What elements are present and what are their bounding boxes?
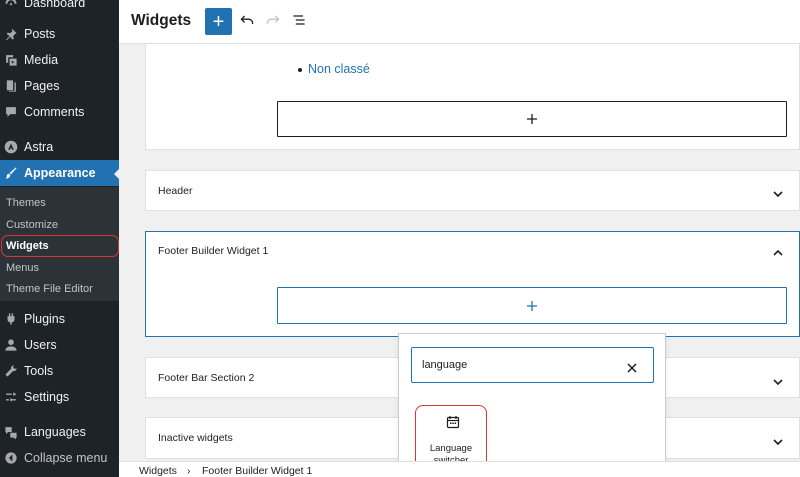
widgets-highlight-annotation	[1, 235, 119, 257]
settings-icon	[4, 390, 18, 404]
sidebar-item-pages[interactable]: Pages	[0, 73, 119, 99]
submenu-item-customize[interactable]: Customize	[6, 219, 58, 231]
widget-area-header[interactable]: Header	[145, 170, 800, 211]
undo-icon[interactable]	[238, 11, 256, 29]
sidebar-item-label: Settings	[24, 390, 70, 404]
block-search-box[interactable]	[411, 347, 654, 383]
block-search-input[interactable]	[422, 357, 612, 373]
block-appender-button[interactable]	[277, 101, 787, 137]
category-link[interactable]: Non classé	[308, 62, 370, 76]
sidebar-item-label: Posts	[24, 27, 56, 41]
collapse-icon	[4, 451, 18, 465]
admin-sidebar: Dashboard Posts Media Pages Comments Ast…	[0, 0, 120, 477]
sidebar-item-label: Languages	[24, 425, 86, 439]
redo-icon[interactable]	[264, 11, 282, 29]
sidebar-item-label: Plugins	[24, 312, 65, 326]
sidebar-item-label: Astra	[24, 140, 54, 154]
wrench-icon	[4, 364, 18, 378]
panel-title: Header	[158, 185, 193, 197]
breadcrumb-item-widgets[interactable]: Widgets	[139, 465, 177, 477]
quick-inserter-popover: Languageswitcher	[398, 333, 666, 477]
brush-icon	[4, 166, 18, 180]
close-icon[interactable]	[627, 360, 637, 373]
sidebar-item-tools[interactable]: Tools	[0, 358, 119, 384]
calendar-icon	[446, 415, 460, 429]
comment-icon	[4, 105, 18, 119]
list-bullet	[298, 68, 302, 72]
editor-header: Widgets +	[119, 0, 800, 44]
chevron-down-icon[interactable]	[773, 374, 783, 386]
breadcrumb-item-footer-builder[interactable]: Footer Builder Widget 1	[202, 465, 312, 477]
add-block-button[interactable]: +	[205, 8, 232, 35]
sidebar-item-languages[interactable]: Languages	[0, 419, 119, 445]
submenu-item-menus[interactable]: Menus	[6, 262, 39, 274]
translate-icon	[4, 425, 18, 439]
submenu-item-themes[interactable]: Themes	[6, 197, 46, 209]
astra-icon	[4, 140, 18, 154]
plug-icon	[4, 312, 18, 326]
submenu-item-theme-file-editor[interactable]: Theme File Editor	[6, 283, 93, 295]
pin-icon	[4, 27, 18, 41]
dashboard-icon	[4, 0, 18, 10]
chevron-down-icon[interactable]	[773, 434, 783, 446]
sidebar-item-settings[interactable]: Settings	[0, 384, 119, 410]
breadcrumb: Widgets › Footer Builder Widget 1	[119, 461, 800, 477]
active-indicator	[114, 168, 120, 180]
sidebar-item-plugins[interactable]: Plugins	[0, 306, 119, 332]
sidebar-item-posts[interactable]: Posts	[0, 21, 119, 47]
sidebar-item-label: Appearance	[24, 166, 96, 180]
sidebar-item-dashboard[interactable]: Dashboard	[0, 0, 119, 16]
sidebar-item-users[interactable]: Users	[0, 332, 119, 358]
sidebar-item-label: Media	[24, 53, 59, 67]
pages-icon	[4, 79, 18, 93]
block-appender-button[interactable]	[277, 287, 787, 324]
panel-title: Footer Bar Section 2	[158, 372, 255, 384]
sidebar-item-appearance[interactable]: Appearance	[0, 160, 120, 186]
sidebar-item-label: Collapse menu	[24, 451, 108, 465]
sidebar-item-label: Users	[24, 338, 57, 352]
sidebar-item-media[interactable]: Media	[0, 47, 119, 73]
panel-title: Inactive widgets	[158, 432, 233, 444]
sidebar-item-comments[interactable]: Comments	[0, 99, 119, 125]
sidebar-item-astra[interactable]: Astra	[0, 134, 119, 160]
breadcrumb-separator: ›	[187, 465, 191, 477]
collapse-menu-button[interactable]: Collapse menu	[0, 445, 119, 471]
sidebar-item-label: Dashboard	[24, 0, 86, 10]
chevron-up-icon[interactable]	[773, 245, 783, 256]
sidebar-item-label: Pages	[24, 79, 60, 93]
sidebar-item-label: Tools	[24, 364, 54, 378]
media-icon	[4, 53, 18, 67]
chevron-down-icon[interactable]	[773, 186, 783, 198]
page-title: Widgets	[131, 12, 192, 29]
users-icon	[4, 338, 18, 352]
sidebar-item-label: Comments	[24, 105, 85, 119]
panel-title: Footer Builder Widget 1	[158, 245, 269, 257]
list-view-icon[interactable]	[290, 11, 308, 29]
